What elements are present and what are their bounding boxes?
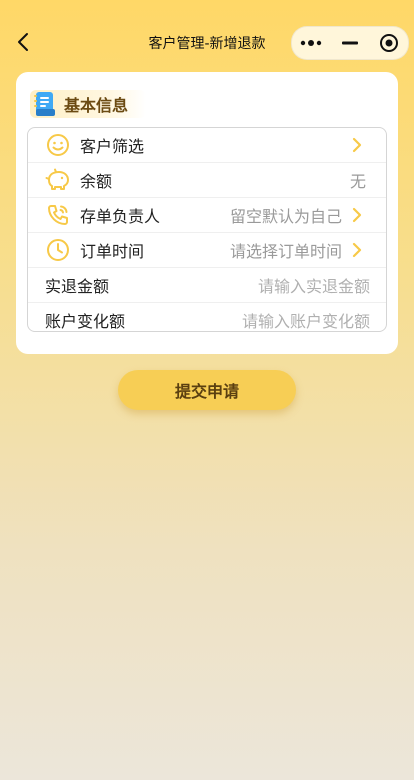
- phone-icon: [45, 202, 71, 228]
- owner-value: 留空默认为自己: [229, 207, 342, 226]
- order-time-label: 订单时间: [80, 242, 145, 261]
- account-change-row: 账户变化额 请输入账户变化额: [28, 303, 386, 331]
- customer-filter-label: 客户筛选: [80, 137, 145, 156]
- mini-program-capsule: [291, 26, 409, 60]
- more-dots-icon[interactable]: [296, 29, 326, 57]
- order-time-value: 请选择订单时间: [229, 242, 342, 261]
- form-list: 客户筛选 余额 无 存单负责人 留空默认为自己 订单时间 请选择订单时间 实退金…: [27, 127, 387, 332]
- refund-amount-row: 实退金额 请输入实退金额: [28, 268, 386, 303]
- refund-amount-input[interactable]: 请输入实退金额: [258, 273, 370, 297]
- smile-icon: [45, 132, 71, 158]
- balance-label: 余额: [80, 172, 113, 191]
- clock-icon: [45, 237, 71, 263]
- refund-amount-label: 实退金额: [45, 277, 110, 296]
- order-time-row[interactable]: 订单时间 请选择订单时间: [28, 233, 386, 268]
- section-title: 基本信息: [64, 96, 129, 115]
- customer-filter-row[interactable]: 客户筛选: [28, 128, 386, 163]
- section-header: 基本信息: [30, 90, 147, 118]
- basic-info-card: 基本信息 客户筛选 余额 无 存单负责人 留空默认为自己 订单时间 请选择订单时…: [16, 72, 398, 354]
- chevron-right-icon: [352, 207, 364, 223]
- owner-row[interactable]: 存单负责人 留空默认为自己: [28, 198, 386, 233]
- close-target-icon[interactable]: [374, 29, 404, 57]
- submit-button[interactable]: 提交申请: [118, 370, 296, 410]
- balance-row: 余额 无: [28, 163, 386, 198]
- minimize-icon[interactable]: [335, 29, 365, 57]
- chevron-right-icon: [352, 137, 364, 153]
- owner-label: 存单负责人: [80, 207, 161, 226]
- balance-value: 无: [349, 172, 366, 191]
- account-change-label: 账户变化额: [45, 312, 126, 331]
- account-change-input[interactable]: 请输入账户变化额: [242, 308, 370, 331]
- chevron-right-icon: [352, 242, 364, 258]
- notebook-icon: [32, 90, 58, 118]
- piggy-bank-icon: [45, 167, 71, 193]
